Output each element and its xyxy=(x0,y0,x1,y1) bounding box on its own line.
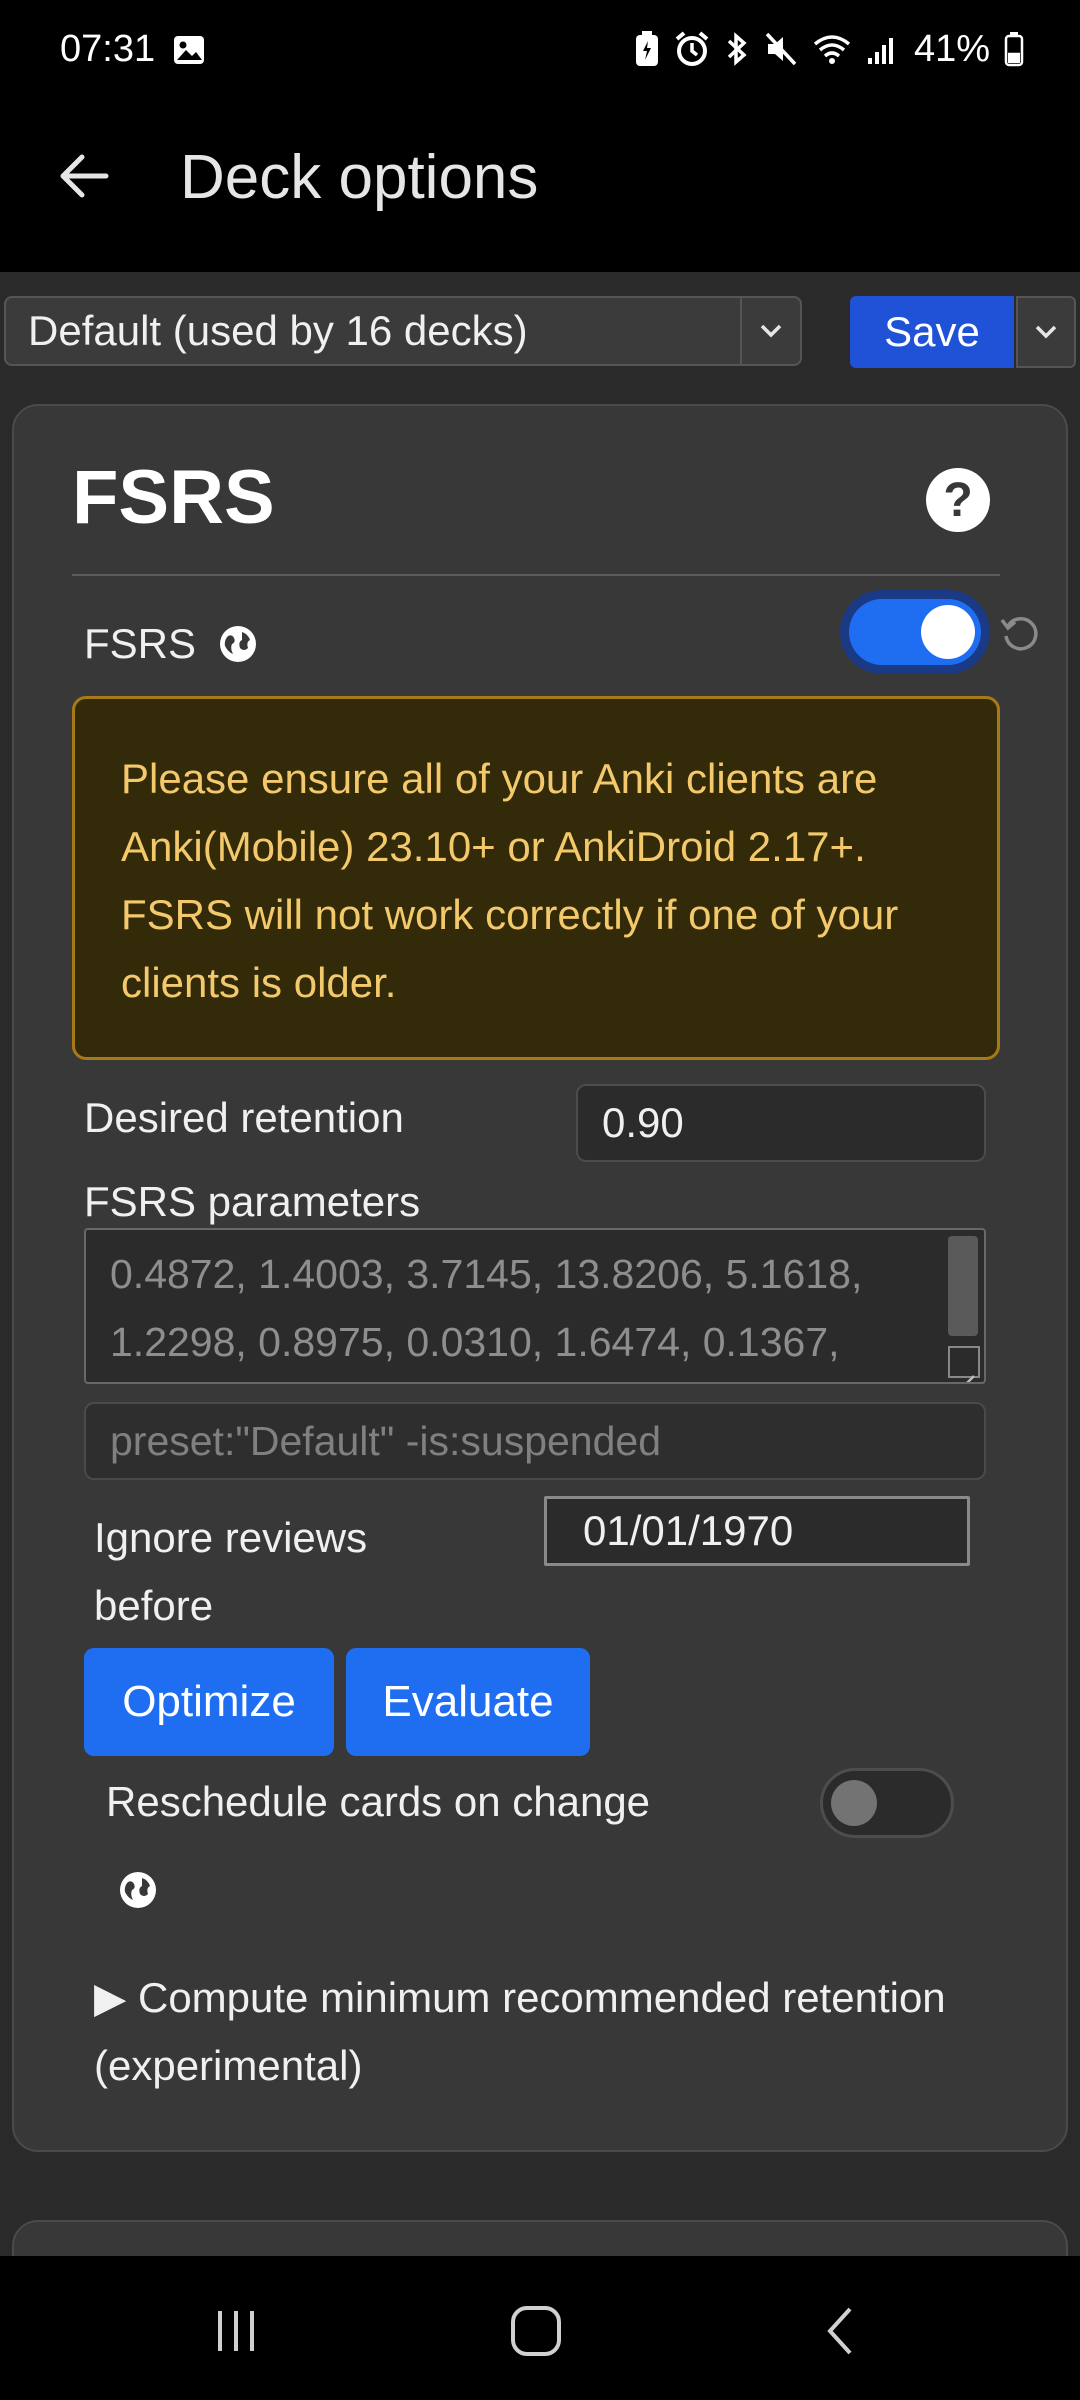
ignore-reviews-label-line: Ignore reviews xyxy=(94,1514,368,1561)
back-nav-button[interactable] xyxy=(780,2286,900,2376)
status-time: 07:31 xyxy=(60,28,156,70)
evaluate-button[interactable]: Evaluate xyxy=(346,1648,590,1756)
battery-icon xyxy=(1004,32,1024,67)
globe-icon[interactable] xyxy=(218,624,258,664)
home-button[interactable] xyxy=(476,2286,596,2376)
version-warning: Please ensure all of your Anki clients a… xyxy=(72,696,1000,1060)
alarm-icon xyxy=(675,31,709,66)
page-title: Deck options xyxy=(180,143,539,212)
fsrs-toggle-row: FSRS xyxy=(84,620,258,668)
toggle-knob xyxy=(921,605,975,659)
mute-icon xyxy=(765,32,797,66)
home-icon xyxy=(511,2306,561,2356)
fsrs-toggle-label: FSRS xyxy=(84,620,197,667)
app-bar: Deck options xyxy=(0,100,1080,270)
reschedule-toggle[interactable] xyxy=(820,1768,954,1838)
ignore-reviews-label-line: before xyxy=(94,1582,214,1629)
recents-icon xyxy=(218,2311,254,2351)
desired-retention-label: Desired retention xyxy=(84,1094,404,1141)
status-bar: 07:31 41% xyxy=(0,0,1080,100)
compute-retention-label: Compute minimum recommended retention (e… xyxy=(94,1974,946,2089)
back-icon xyxy=(827,2307,852,2355)
toggle-knob xyxy=(831,1780,877,1826)
section-title: FSRS xyxy=(72,455,275,540)
help-icon[interactable]: ? xyxy=(926,468,990,532)
triangle-right-icon: ▶ xyxy=(94,1974,127,2021)
battery-percent: 41% xyxy=(913,27,990,70)
preset-bar: Default (used by 16 decks) Save xyxy=(0,272,1080,394)
ignore-reviews-label: Ignore reviews before xyxy=(94,1504,367,1640)
fsrs-parameters-label: FSRS parameters xyxy=(84,1178,421,1225)
back-button[interactable] xyxy=(44,136,124,216)
recents-button[interactable] xyxy=(176,2286,296,2376)
signal-icon xyxy=(867,38,893,64)
fsrs-toggle[interactable] xyxy=(840,590,990,674)
desired-retention-input[interactable]: 0.90 xyxy=(576,1084,986,1162)
globe-icon[interactable] xyxy=(118,1870,158,1910)
arrow-left-icon xyxy=(60,154,109,198)
parameters-line: 1.2298, 0.8975, 0.0310, 1.6474, 0.1367, xyxy=(110,1319,840,1365)
options-scroll-area[interactable]: FSRS ? FSRS Please ensure all of your An… xyxy=(0,394,1080,2300)
preset-selected-value: Default (used by 16 decks) xyxy=(28,307,528,354)
textarea-scrollbar[interactable] xyxy=(948,1236,978,1336)
resize-handle-icon[interactable] xyxy=(948,1346,980,1382)
chevron-down-icon xyxy=(740,298,800,364)
revert-icon[interactable] xyxy=(998,612,1042,656)
save-button[interactable]: Save xyxy=(850,296,1014,368)
compute-retention-disclosure[interactable]: ▶ Compute minimum recommended retention … xyxy=(94,1964,994,2100)
reschedule-label: Reschedule cards on change xyxy=(106,1778,651,1825)
optimize-button[interactable]: Optimize xyxy=(84,1648,334,1756)
fsrs-parameters-textarea[interactable]: 0.4872, 1.4003, 3.7145, 13.8206, 5.1618,… xyxy=(84,1228,986,1384)
parameters-line: 0.4872, 1.4003, 3.7145, 13.8206, 5.1618, xyxy=(110,1251,863,1297)
chevron-down-icon xyxy=(1035,325,1057,339)
bluetooth-icon xyxy=(727,32,747,66)
image-icon xyxy=(174,36,204,64)
preset-dropdown[interactable]: Default (used by 16 decks) xyxy=(4,296,802,366)
status-icons: 41% xyxy=(634,26,1024,72)
battery-saver-icon xyxy=(635,31,658,66)
fsrs-card: FSRS ? FSRS Please ensure all of your An… xyxy=(12,404,1068,2152)
save-options-button[interactable] xyxy=(1016,296,1076,368)
system-nav-bar xyxy=(0,2256,1080,2400)
optimize-search-input[interactable]: preset:"Default" -is:suspended xyxy=(84,1402,986,1480)
wifi-icon xyxy=(813,35,851,64)
divider xyxy=(72,574,1000,576)
ignore-reviews-date-input[interactable]: 01/01/1970 xyxy=(544,1496,970,1566)
